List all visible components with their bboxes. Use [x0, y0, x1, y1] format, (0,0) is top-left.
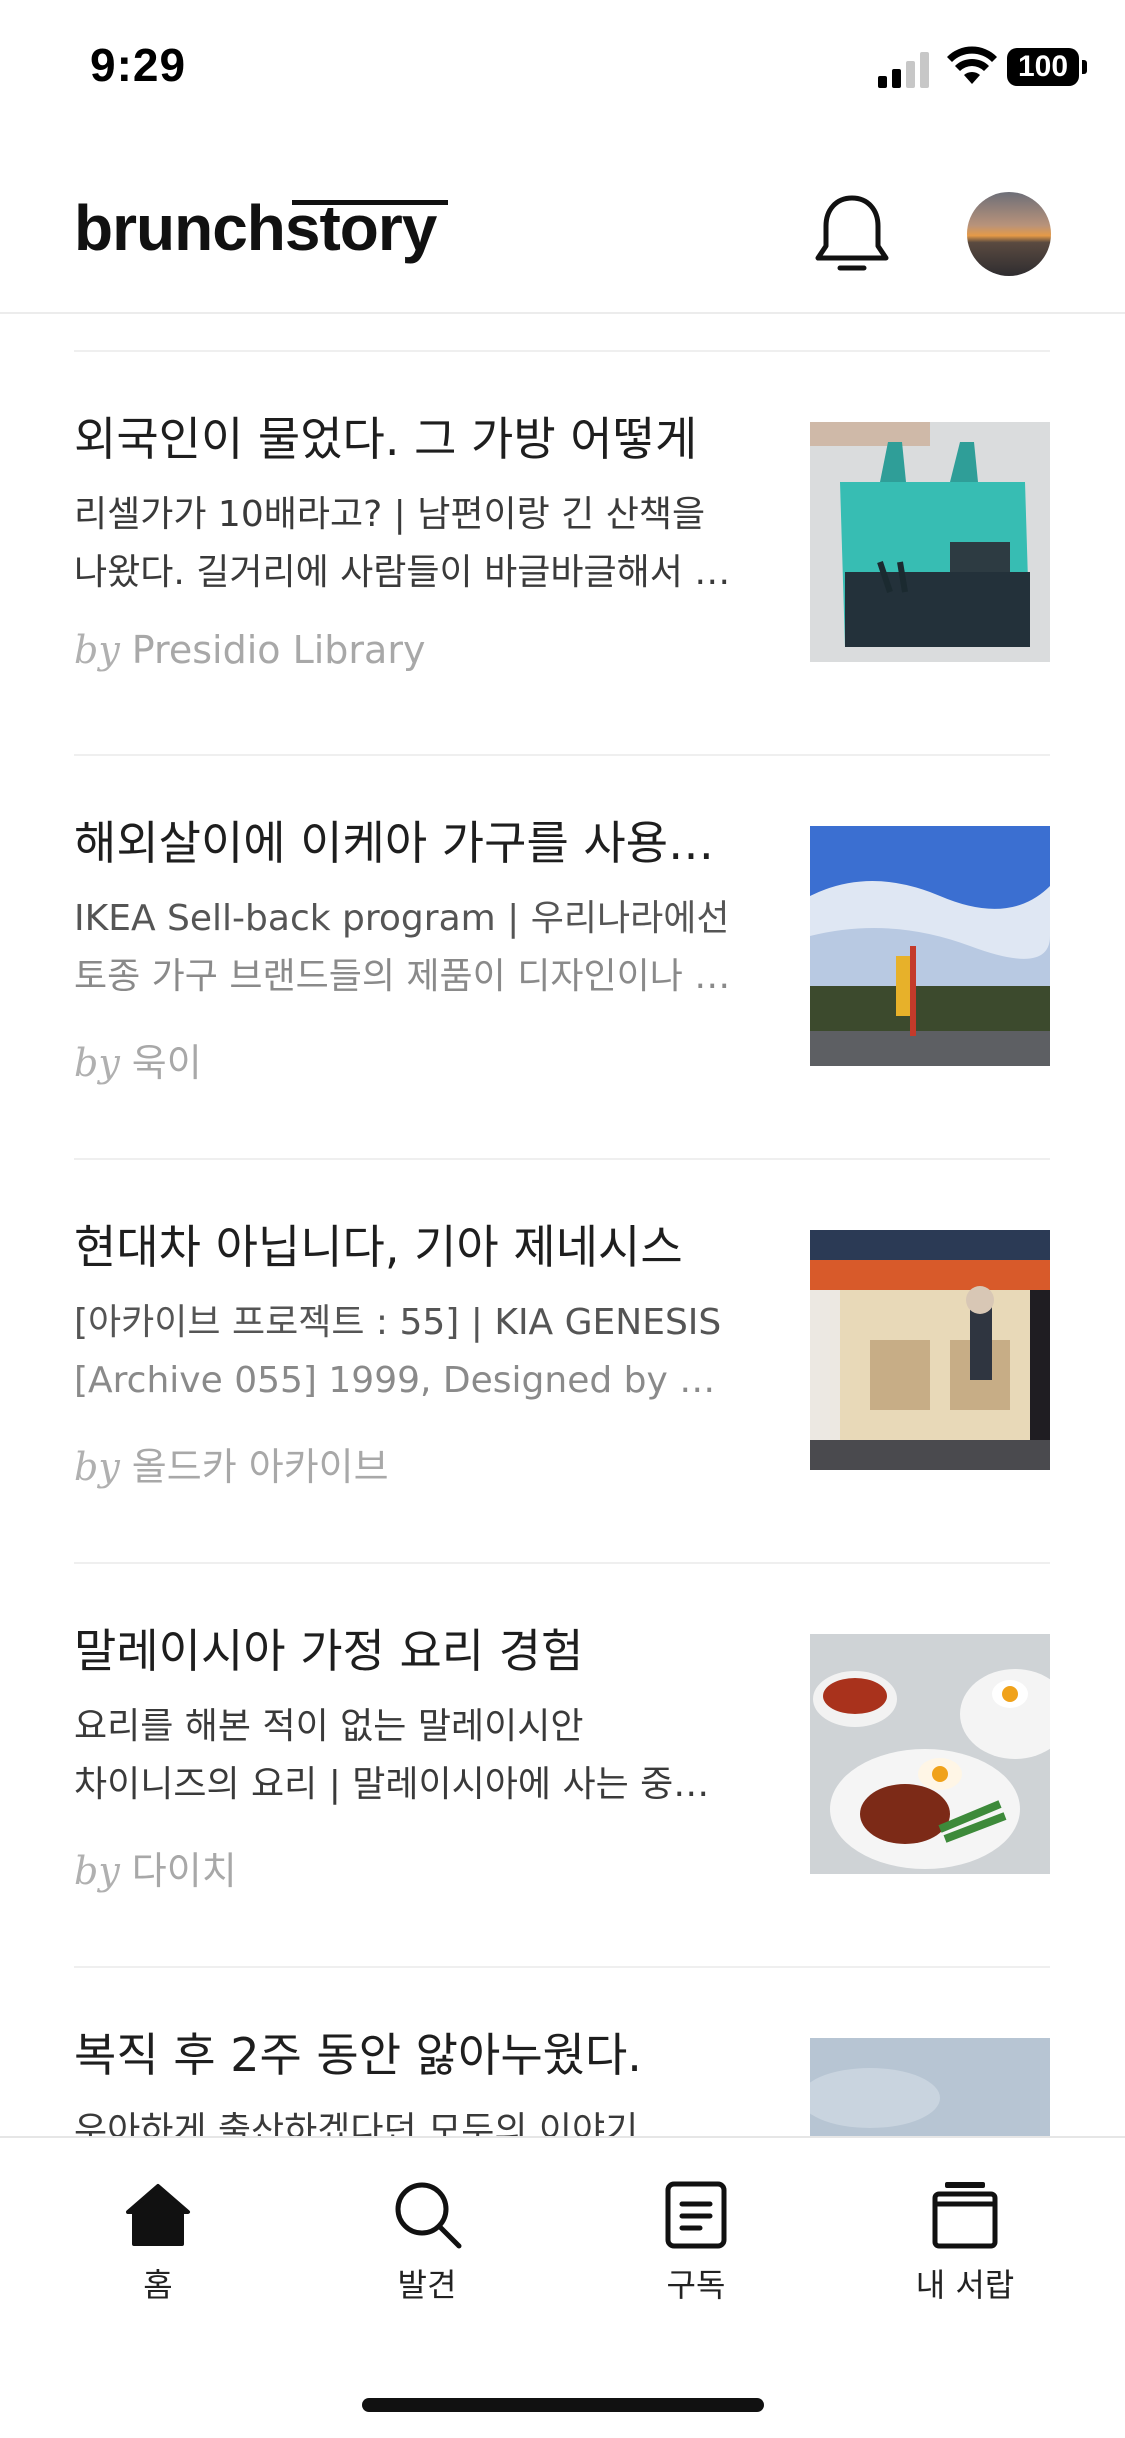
snippet-line: 토종 가구 브랜드들의 제품이 디자인이나 품질 [74, 956, 734, 997]
snippet-line: 리셀가가 10배라고? | 남편이랑 긴 산책을 [74, 494, 706, 535]
wifi-icon [947, 46, 997, 84]
by-label: by [74, 1445, 120, 1489]
by-label: by [74, 628, 120, 672]
article-card[interactable]: 말레이시아 가정 요리 경험 요리를 해본 적이 없는 말레이시안 차이니즈의 … [74, 1564, 1050, 1968]
malaysian-food-plates-image[interactable] [810, 1634, 1050, 1874]
tab-my-drawer[interactable]: 내 서랍 [865, 2178, 1065, 2328]
snippet-line: 요리를 해본 적이 없는 말레이시안 [74, 1706, 584, 1747]
status-time: 9:29 [90, 39, 187, 91]
app-header: brunchstory [0, 140, 1125, 314]
author-name: 욱이 [131, 1041, 202, 1085]
article-card[interactable]: 해외살이에 이케아 가구를 사용하는 법 IKEA Sell-back prog… [74, 756, 1050, 1160]
tab-label: 구독 [666, 2266, 726, 2304]
cellular-signal-icon [878, 52, 929, 88]
article-snippet: [아카이브 프로젝트 : 55] | KIA GENESIS [Archive … [74, 1294, 734, 1410]
brunchstory-logo[interactable]: brunchstory [74, 196, 437, 260]
article-title[interactable]: 외국인이 물었다. 그 가방 어떻게 [74, 412, 744, 467]
tab-label: 내 서랍 [915, 2266, 1015, 2304]
article-author: by 올드카 아카이브 [74, 1436, 389, 1491]
snippet-line: [아카이브 프로젝트 : 55] | KIA GENESIS [74, 1302, 722, 1343]
bottom-tab-bar: 홈 발견 구독 내 서랍 [0, 2136, 1125, 2438]
tab-discover[interactable]: 발견 [327, 2178, 527, 2328]
article-title[interactable]: 해외살이에 이케아 가구를 사용하는 법 [74, 816, 744, 871]
tab-label: 홈 [143, 2266, 173, 2304]
tab-subscriptions[interactable]: 구독 [596, 2178, 796, 2328]
article-snippet: IKEA Sell-back program | 우리나라에선 토종 가구 브랜… [74, 890, 734, 1006]
sky-image[interactable] [810, 2038, 1050, 2136]
battery-tip [1082, 60, 1087, 74]
teal-tote-bag-image[interactable] [810, 422, 1050, 662]
article-author: by 욱이 [74, 1032, 202, 1087]
article-author: by Presidio Library [74, 628, 425, 672]
author-name: Presidio Library [131, 628, 426, 672]
home-icon [126, 2184, 190, 2246]
bell-icon[interactable] [812, 192, 892, 278]
home-indicator[interactable] [362, 2398, 764, 2412]
author-name: 올드카 아카이브 [131, 1445, 389, 1489]
snippet-line: IKEA Sell-back program | 우리나라에선 [74, 898, 730, 939]
snippet-line: [Archive 055] 1999, Designed by Kia Moto… [74, 1360, 734, 1401]
article-author: by 다이치 [74, 1840, 237, 1895]
status-bar: 9:29 100 [0, 0, 1125, 140]
ikea-parking-sky-image[interactable] [810, 826, 1050, 1066]
article-title[interactable]: 현대차 아닙니다, 기아 제네시스 [74, 1220, 744, 1275]
article-feed[interactable]: 외국인이 물었다. 그 가방 어떻게 리셀가가 10배라고? | 남편이랑 긴 … [0, 314, 1125, 2136]
author-name: 다이치 [131, 1849, 237, 1893]
article-snippet: 요리를 해본 적이 없는 말레이시안 차이니즈의 요리 | 말레이시아에 사는 … [74, 1698, 734, 1814]
article-card[interactable]: 외국인이 물었다. 그 가방 어떻게 리셀가가 10배라고? | 남편이랑 긴 … [74, 352, 1050, 756]
snippet-line: 차이니즈의 요리 | 말레이시아에 사는 중국계 [74, 1764, 734, 1805]
avatar[interactable] [967, 192, 1051, 276]
search-icon [395, 2182, 462, 2249]
by-label: by [74, 1041, 120, 1085]
van-interior-image[interactable] [810, 1230, 1050, 1470]
battery-icon: 100 [1007, 48, 1079, 86]
article-snippet: 리셀가가 10배라고? | 남편이랑 긴 산책을 나왔다. 길거리에 사람들이 … [74, 486, 734, 602]
tab-label: 발견 [397, 2266, 457, 2304]
drawer-icon [932, 2182, 998, 2249]
article-title[interactable]: 말레이시아 가정 요리 경험 [74, 1624, 744, 1679]
tab-home[interactable]: 홈 [58, 2178, 258, 2328]
snippet-line: 나왔다. 길거리에 사람들이 바글바글해서 구경했다 [74, 552, 734, 593]
by-label: by [74, 1849, 120, 1893]
article-title[interactable]: 복직 후 2주 동안 앓아누웠다. [74, 2028, 744, 2083]
article-card[interactable]: 복직 후 2주 동안 앓아누웠다. 우아하게 출산하겠다던 모두의 이야기 [74, 1968, 1050, 2136]
article-card[interactable]: 현대차 아닙니다, 기아 제네시스 [아카이브 프로젝트 : 55] | KIA… [74, 1160, 1050, 1564]
document-icon [665, 2181, 727, 2249]
snippet-line: 우아하게 출산하겠다던 모두의 이야기 [74, 2110, 639, 2136]
article-snippet: 우아하게 출산하겠다던 모두의 이야기 [74, 2102, 734, 2136]
